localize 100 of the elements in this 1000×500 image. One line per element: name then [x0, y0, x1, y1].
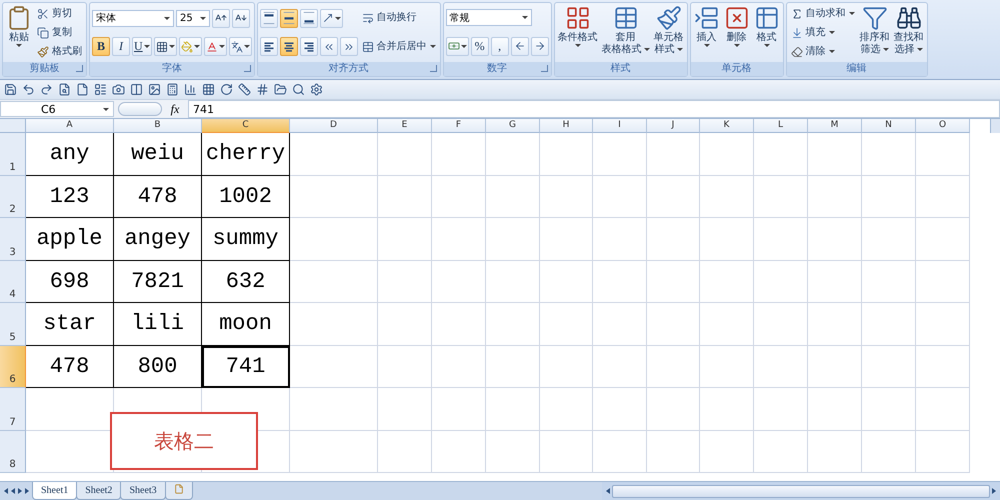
insert-function-button[interactable]: fx	[166, 102, 184, 116]
column-header[interactable]: H	[540, 119, 593, 133]
column-header[interactable]: L	[754, 119, 808, 133]
row-header[interactable]: 2	[0, 176, 26, 218]
ribbon-button[interactable]: 单元格 样式	[652, 4, 685, 61]
column-header[interactable]: D	[290, 119, 378, 133]
column-header[interactable]: A	[26, 119, 114, 133]
align-left-button[interactable]	[260, 37, 278, 56]
ribbon-button[interactable]: 自动换行	[360, 9, 419, 28]
number-format-field[interactable]: 常规	[446, 9, 532, 26]
ribbon-button[interactable]: 插入	[692, 4, 721, 61]
ribbon-button[interactable]: 套用 表格格式	[600, 4, 651, 61]
column-header[interactable]: F	[432, 119, 486, 133]
column-header[interactable]: K	[700, 119, 754, 133]
right-arrow-button[interactable]	[530, 36, 549, 56]
align-bottom-button[interactable]	[300, 8, 318, 28]
horizontal-scrollbar[interactable]	[602, 482, 1000, 500]
ribbon-button[interactable]: 排序和 筛选	[858, 4, 891, 61]
column-header[interactable]: M	[808, 119, 862, 133]
banknote-button[interactable]	[446, 36, 469, 56]
folder-icon[interactable]	[274, 83, 287, 96]
percent-button[interactable]: %	[470, 36, 489, 56]
ribbon-button[interactable]: 清除	[788, 42, 837, 60]
align-top-button[interactable]	[260, 8, 278, 28]
ribbon-button[interactable]: 复制	[35, 24, 74, 42]
bar-chart-icon[interactable]	[184, 83, 197, 96]
calculator-icon[interactable]	[166, 83, 179, 96]
dialog-launcher-icon[interactable]	[430, 65, 437, 72]
row-header[interactable]: 7	[0, 388, 26, 430]
row-header[interactable]: 5	[0, 303, 26, 346]
align-right-button[interactable]	[300, 37, 318, 56]
column-header[interactable]: C	[202, 119, 290, 133]
ribbon-button[interactable]: 剪切	[35, 4, 74, 22]
comma-button[interactable]: ,	[490, 36, 509, 56]
dialog-launcher-icon[interactable]	[76, 65, 83, 72]
formula-field[interactable]: 741	[188, 100, 1000, 118]
hash-icon[interactable]	[256, 83, 269, 96]
column-header[interactable]: G	[486, 119, 540, 133]
font-field[interactable]: 宋体	[92, 10, 174, 27]
font-grow-button[interactable]	[212, 8, 230, 28]
settings-icon[interactable]	[310, 83, 323, 96]
ruler-icon[interactable]	[238, 83, 251, 96]
redo-icon[interactable]	[40, 83, 53, 96]
double-chevron-right-button[interactable]	[340, 37, 358, 56]
sheet-tab[interactable]: Sheet2	[76, 482, 122, 500]
camera-icon[interactable]	[112, 83, 125, 96]
bold-button[interactable]: B	[92, 37, 110, 56]
columns-icon[interactable]	[130, 83, 143, 96]
ribbon-button[interactable]: 格式刷	[35, 42, 84, 60]
column-header[interactable]: I	[593, 119, 647, 133]
list-icon[interactable]	[94, 83, 107, 96]
align-center-button[interactable]	[280, 37, 298, 56]
column-header[interactable]: E	[378, 119, 432, 133]
previous-sheet-icon[interactable]	[11, 488, 15, 494]
sheet-tab[interactable]: Sheet1	[32, 482, 78, 500]
scroll-thumb[interactable]	[612, 484, 990, 498]
column-header[interactable]: O	[916, 119, 970, 133]
ribbon-button[interactable]: 查找和 选择	[892, 4, 925, 61]
ribbon-button[interactable]: 格式	[752, 4, 781, 61]
search-icon[interactable]	[292, 83, 305, 96]
column-header[interactable]: J	[647, 119, 700, 133]
row-header[interactable]: 4	[0, 260, 26, 303]
row-header[interactable]: 3	[0, 218, 26, 260]
next-sheet-icon[interactable]	[18, 488, 22, 494]
row-header[interactable]: 8	[0, 430, 26, 473]
column-header[interactable]: N	[862, 119, 916, 133]
ribbon-button[interactable]: 自动求和	[788, 4, 857, 22]
underline-button[interactable]: U	[132, 37, 152, 56]
ribbon-button[interactable]: 条件格式	[556, 4, 599, 61]
letter-underline-button[interactable]	[204, 37, 227, 56]
diagonal-arrow-button[interactable]	[320, 8, 343, 28]
column-header[interactable]: B	[114, 119, 202, 133]
image-icon[interactable]	[148, 83, 161, 96]
left-arrow-button[interactable]	[510, 36, 529, 56]
ribbon-button[interactable]: 删除	[722, 4, 751, 61]
save-icon[interactable]	[4, 83, 17, 96]
splitter-handle[interactable]	[118, 102, 162, 116]
scroll-right-icon[interactable]	[992, 488, 996, 494]
ribbon-button[interactable]: 粘贴	[5, 4, 33, 61]
first-sheet-icon[interactable]	[4, 488, 8, 494]
dialog-launcher-icon[interactable]	[540, 65, 548, 72]
ribbon-button[interactable]: 填充	[788, 24, 837, 42]
row-header[interactable]: 1	[0, 133, 26, 176]
sheet-tab[interactable]: Sheet3	[120, 482, 166, 500]
font-shrink-button[interactable]	[232, 8, 250, 28]
row-header[interactable]: 6	[0, 346, 26, 388]
translate-button[interactable]	[228, 37, 252, 56]
file-icon[interactable]	[76, 83, 89, 96]
font-size-field[interactable]: 25	[176, 10, 210, 27]
name-box[interactable]: C6	[0, 101, 114, 117]
dialog-launcher-icon[interactable]	[244, 65, 251, 72]
grid-icon[interactable]	[202, 83, 215, 96]
italic-button[interactable]: I	[112, 37, 130, 56]
align-middle-button[interactable]	[280, 8, 298, 28]
ribbon-button[interactable]: 合并后居中	[360, 38, 438, 56]
grid-button[interactable]	[154, 37, 177, 56]
rotate-icon[interactable]	[220, 83, 233, 96]
undo-icon[interactable]	[22, 83, 35, 96]
file-search-icon[interactable]	[58, 83, 71, 96]
new-sheet-button[interactable]	[164, 482, 193, 500]
